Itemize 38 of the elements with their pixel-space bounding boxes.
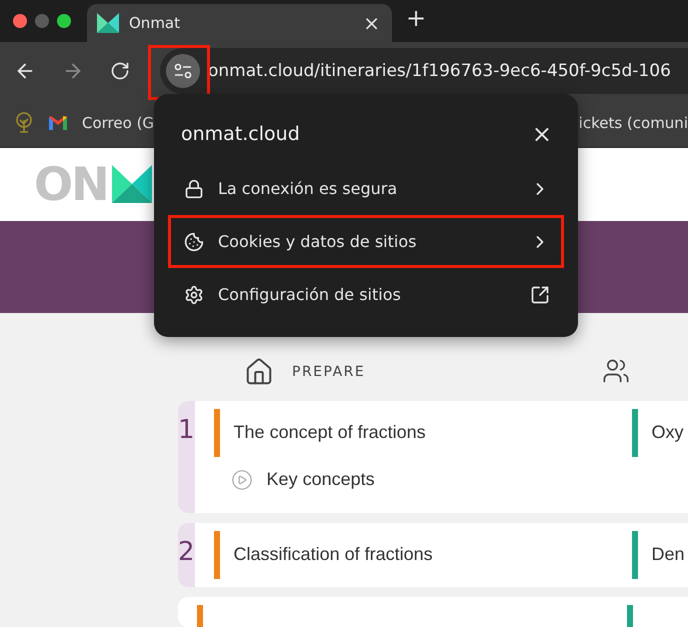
gear-icon (184, 284, 204, 304)
bookmark[interactable]: ickets (comuni (578, 114, 688, 132)
logo-icon (112, 165, 152, 204)
bookmark[interactable]: Correo (G (82, 114, 154, 132)
house-icon (244, 356, 274, 387)
mail-icon (48, 115, 68, 132)
subitem-link[interactable]: Key concepts (266, 469, 375, 490)
lesson-number: 1 (178, 414, 195, 447)
address-bar[interactable]: onmat.cloud/itineraries/1f196763-9ec6-450f-9c5d-106 (160, 48, 688, 94)
close-button[interactable]: × (532, 122, 552, 146)
popup-title: onmat.cloud (181, 123, 300, 145)
lesson-number: 2 (178, 536, 195, 569)
menu-item[interactable]: Configuración de sitios (166, 268, 566, 321)
lesson-title[interactable]: Classification of fractions (234, 544, 433, 566)
browser-tab[interactable]: Onmat × (87, 4, 392, 42)
tab-title: Onmat (129, 14, 181, 32)
sliders-icon (173, 62, 193, 80)
lesson-title[interactable]: Den (652, 544, 685, 566)
lesson-title[interactable]: Oxy (652, 422, 684, 444)
column-header: PREPARE (292, 364, 366, 380)
close-tab-button[interactable]: × (363, 10, 380, 35)
lock-icon (184, 178, 204, 198)
tree-icon (14, 112, 34, 134)
window-control-button[interactable] (13, 14, 27, 28)
cookie-icon (184, 232, 204, 252)
site-info-button[interactable] (166, 54, 200, 88)
menu-item[interactable]: La conexión es segura (166, 162, 566, 215)
logo-text: ON (34, 157, 108, 212)
menu-item[interactable]: Cookies y datos de sitios (166, 215, 566, 268)
people-icon (602, 356, 630, 385)
play-icon (230, 468, 253, 491)
window-control-button[interactable] (57, 14, 71, 28)
reload-icon (110, 60, 130, 81)
new-tab-button[interactable]: + (406, 4, 426, 32)
logo-icon (97, 12, 119, 33)
lesson-title[interactable]: The concept of fractions (234, 422, 426, 444)
url-text: onmat.cloud/itineraries/1f196763-9ec6-450f-9c5d-106 (208, 60, 671, 81)
external-link-icon (530, 284, 550, 304)
